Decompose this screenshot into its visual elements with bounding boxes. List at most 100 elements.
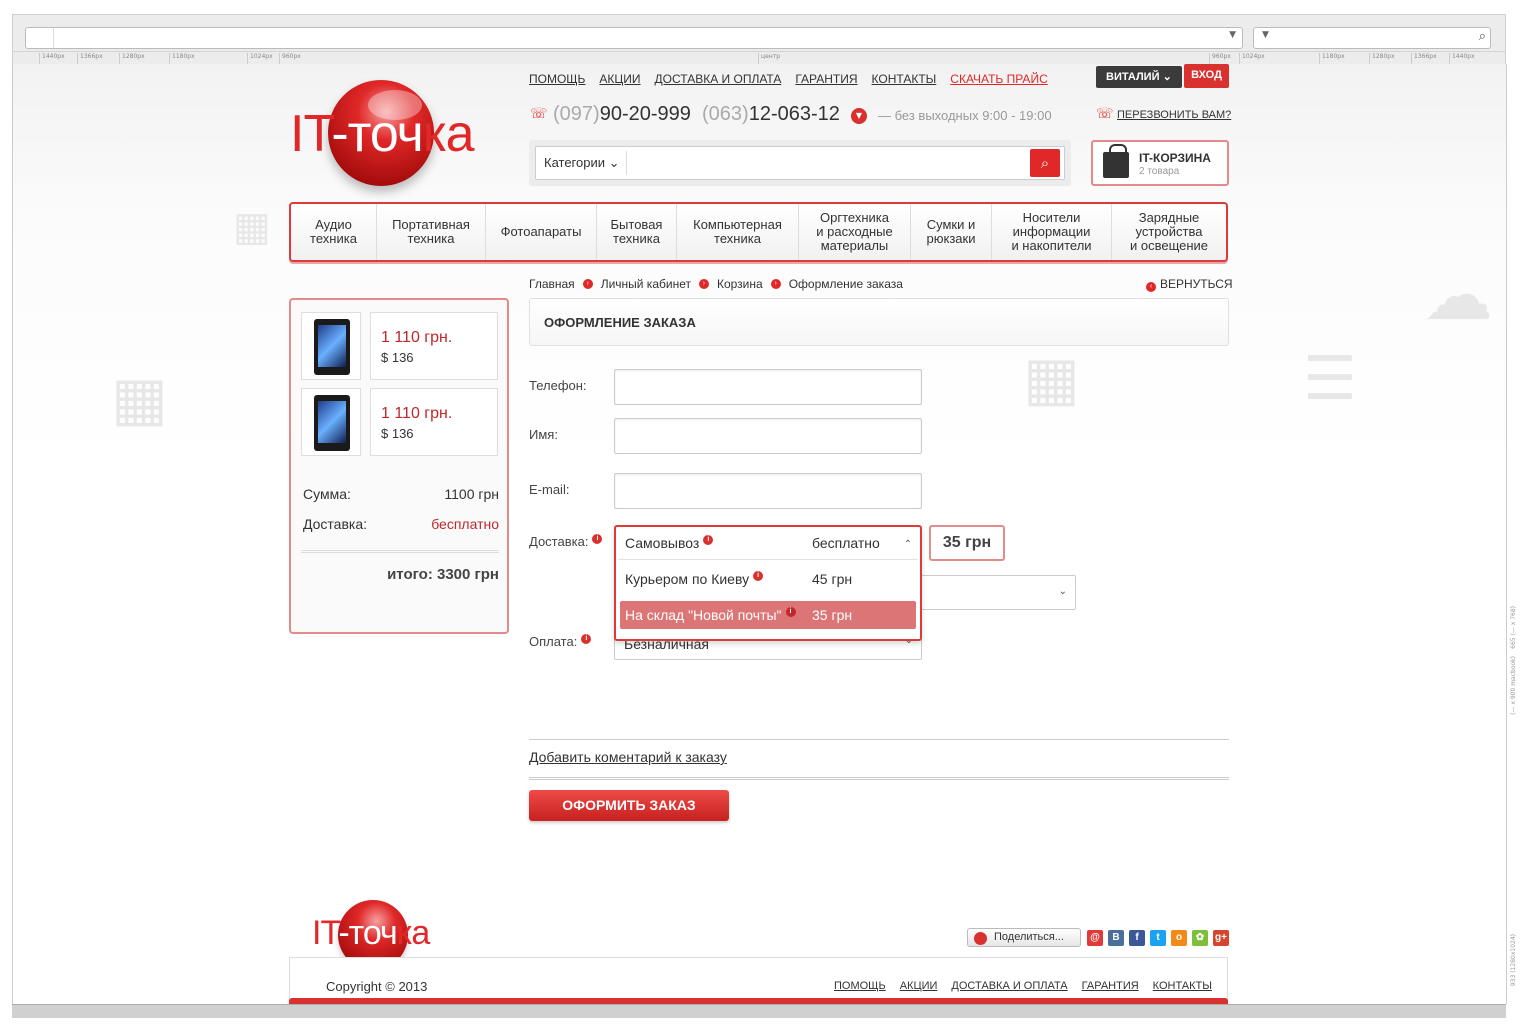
chevron-right-icon: › xyxy=(698,279,709,289)
download-price-link[interactable]: СКАЧАТЬ ПРАЙС xyxy=(950,72,1047,88)
info-icon[interactable]: i xyxy=(785,607,796,617)
calendar-icon: ▦ xyxy=(1023,344,1080,414)
product-image[interactable] xyxy=(301,312,361,380)
price-uah: 1 110 грн. xyxy=(381,329,453,346)
delivery-option-nova-poshta[interactable]: На склад "Новой почты" i 35 грн xyxy=(620,601,916,629)
top-menu-promotions[interactable]: АКЦИИ xyxy=(599,72,640,88)
delivery-row: Доставка: бесплатно xyxy=(303,516,499,532)
top-menu: ПОМОЩЬ АКЦИИ ДОСТАВКА И ОПЛАТА ГАРАНТИЯ … xyxy=(529,72,1048,88)
chevron-up-icon[interactable]: ⌃ xyxy=(904,539,912,550)
search-area: Категории ⌄ ⌕ xyxy=(529,140,1071,186)
footer-menu-contacts[interactable]: КОНТАКТЫ xyxy=(1153,980,1212,992)
add-comment-link[interactable]: Добавить коментарий к заказу xyxy=(529,749,727,765)
cart-widget[interactable]: IT-КОРЗИНА 2 товара xyxy=(1091,140,1229,186)
delivery-option-courier[interactable]: Курьером по Киеву i 45 грн xyxy=(620,565,916,593)
nav-office[interactable]: Оргтехника и расходные материалы xyxy=(799,204,911,260)
top-menu-warranty[interactable]: ГАРАНТИЯ xyxy=(795,72,857,88)
nav-portable[interactable]: Портативная техника xyxy=(377,204,486,260)
top-menu-contacts[interactable]: КОНТАКТЫ xyxy=(872,72,937,88)
nav-audio[interactable]: Аудио техника xyxy=(291,204,377,260)
chevron-down-icon: ⌄ xyxy=(1058,586,1067,597)
info-icon[interactable]: i xyxy=(753,571,764,581)
submit-order-button[interactable]: ОФОРМИТЬ ЗАКАЗ xyxy=(529,790,729,821)
breadcrumb-account[interactable]: Личный кабинет xyxy=(601,277,691,291)
form-header: ОФОРМЛЕНИЕ ЗАКАЗА xyxy=(529,298,1229,346)
warehouse-select[interactable]: ⌄ xyxy=(920,575,1076,610)
nav-cameras[interactable]: Фотоапараты xyxy=(486,204,597,260)
footer-menu-help[interactable]: ПОМОЩЬ xyxy=(834,980,886,992)
page-title: ОФОРМЛЕНИЕ ЗАКАЗА xyxy=(544,315,696,330)
window-border-right xyxy=(1506,64,1507,1004)
callback-link[interactable]: ПЕРЕЗВОНИТЬ ВАМ? xyxy=(1117,109,1231,121)
nav-computers[interactable]: Компьютерная техника xyxy=(677,204,799,260)
email-field[interactable] xyxy=(614,473,922,509)
vkontakte-icon[interactable]: В xyxy=(1108,930,1124,946)
share-button[interactable]: Поделиться... xyxy=(967,928,1081,947)
site-identity[interactable] xyxy=(26,28,54,48)
category-nav: Аудио техника Портативная техника Фотоап… xyxy=(289,202,1228,262)
delivery-option-pickup[interactable]: Самовывоз i бесплатно xyxy=(620,529,916,557)
phone-field[interactable] xyxy=(614,369,922,405)
delivery-dropdown[interactable]: Самовывоз i бесплатно ⌃ Курьером по Киеву… xyxy=(614,525,922,641)
info-icon[interactable]: i xyxy=(581,634,592,644)
address-bar[interactable]: ▼ xyxy=(25,27,1243,49)
user-menu-button[interactable]: ВИТАЛИЙ ⌄ xyxy=(1096,66,1182,88)
side-note: (— x 900 macbook) xyxy=(1510,656,1517,715)
cart-count: 2 товара xyxy=(1139,166,1180,177)
calendar-icon: ▦ xyxy=(111,364,168,434)
breadcrumb-current: Оформление заказа xyxy=(788,277,903,291)
nav-bags[interactable]: Сумки и рюкзаки xyxy=(911,204,992,260)
back-link[interactable]: ‹ ВЕРНУТЬСЯ xyxy=(1146,277,1233,292)
browser-search-bar[interactable]: ▼ ⌕ xyxy=(1253,27,1491,49)
twitter-icon[interactable]: t xyxy=(1150,930,1166,946)
footer-menu-delivery-payment[interactable]: ДОСТАВКА И ОПЛАТА xyxy=(951,980,1067,992)
info-icon[interactable]: i xyxy=(703,535,714,545)
copyright: Copyright © 2013 xyxy=(326,979,428,994)
info-icon[interactable]: i xyxy=(592,534,603,544)
chevron-down-icon[interactable]: ▼ xyxy=(1262,30,1269,40)
sum-label: Сумма: xyxy=(303,486,351,502)
chevron-down-icon[interactable]: ▼ xyxy=(1229,30,1236,40)
breadcrumb-cart[interactable]: Корзина xyxy=(717,277,763,291)
login-button[interactable]: ВХОД xyxy=(1184,64,1229,88)
chevron-right-icon: › xyxy=(582,279,593,289)
name-field[interactable] xyxy=(614,418,922,454)
nav-appliances[interactable]: Бытовая техника xyxy=(597,204,677,260)
mail-ru-icon[interactable]: @ xyxy=(1087,930,1103,946)
odnoklassniki-icon[interactable]: o xyxy=(1171,930,1187,946)
name-label: Имя: xyxy=(529,427,558,442)
phone-icon: ☏ xyxy=(1096,106,1114,122)
footer-menu-warranty[interactable]: ГАРАНТИЯ xyxy=(1082,980,1139,992)
delivery-label: Доставка: i xyxy=(529,534,603,549)
price-usd: $ 136 xyxy=(381,426,414,441)
order-total: итого: 3300 грн xyxy=(387,566,499,583)
nav-chargers[interactable]: Зарядные устройства и освещение xyxy=(1112,204,1226,260)
nav-storage[interactable]: Носители информации и накопители xyxy=(992,204,1112,260)
footer-menu-promotions[interactable]: АКЦИИ xyxy=(900,980,938,992)
phone-list-chevron-icon[interactable]: ▼ xyxy=(851,108,867,124)
facebook-icon[interactable]: f xyxy=(1129,930,1145,946)
footer-menu: ПОМОЩЬ АКЦИИ ДОСТАВКА И ОПЛАТА ГАРАНТИЯ … xyxy=(834,980,1212,992)
server-icon: ☰ xyxy=(1303,344,1357,414)
top-menu-help[interactable]: ПОМОЩЬ xyxy=(529,72,585,88)
top-menu-delivery-payment[interactable]: ДОСТАВКА И ОПЛАТА xyxy=(655,72,782,88)
divider xyxy=(529,777,1229,780)
delivery-price: 35 грн xyxy=(929,525,1005,561)
ruler-mark: 1440px xyxy=(39,53,65,64)
search-icon[interactable]: ⌕ xyxy=(1479,29,1486,44)
divider xyxy=(529,739,1229,740)
calendar-icon: ▦ xyxy=(233,204,271,250)
breadcrumb: Главная › Личный кабинет › Корзина › Офо… xyxy=(529,277,903,291)
horizontal-scrollbar[interactable] xyxy=(12,1004,1506,1018)
product-image[interactable] xyxy=(301,388,361,456)
cart-product: 1 110 грн. $ 136 xyxy=(301,388,499,456)
category-select[interactable]: Категории ⌄ xyxy=(544,155,620,171)
breadcrumb-home[interactable]: Главная xyxy=(529,277,575,291)
search-button[interactable]: ⌕ xyxy=(1030,149,1060,177)
site-logo[interactable]: IT-точка xyxy=(290,78,500,190)
google-plus-icon[interactable]: g+ xyxy=(1213,930,1229,946)
divider xyxy=(626,151,627,175)
search-input[interactable]: Категории ⌄ ⌕ xyxy=(535,146,1065,180)
my-world-icon[interactable]: ✿ xyxy=(1192,930,1208,946)
ruler-mark: 1180px xyxy=(169,53,195,64)
